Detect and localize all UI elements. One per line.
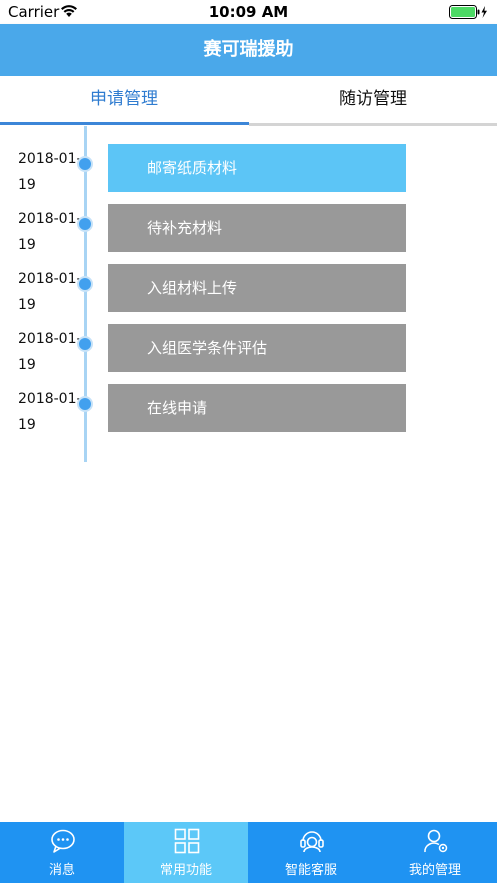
active-tab-indicator	[0, 122, 249, 125]
tabbar-item-smart-service[interactable]: 智能客服	[249, 822, 373, 883]
timeline-item-supplement-materials[interactable]: 待补充材料	[108, 204, 406, 252]
bottom-tab-bar: 消息 常用功能 智能客服 我的管理	[0, 822, 497, 883]
status-bar: Carrier 10:09 AM	[0, 0, 497, 24]
tabbar-label: 智能客服	[284, 863, 337, 878]
tab-followup-management[interactable]: 随访管理	[249, 76, 497, 126]
timeline-date-line2: 19	[18, 417, 36, 433]
segment-tabs: 申请管理 随访管理	[0, 76, 497, 126]
timeline-date: 2018-01- 19	[18, 386, 82, 438]
timeline-date-line2: 19	[18, 237, 36, 253]
timeline-date-line2: 19	[18, 297, 36, 313]
tabbar-label: 常用功能	[159, 863, 212, 878]
timeline-dot	[77, 216, 93, 232]
status-time: 10:09 AM	[208, 3, 289, 21]
timeline-item-online-application[interactable]: 在线申请	[108, 384, 406, 432]
timeline-date-line1: 2018-01-	[18, 151, 82, 167]
timeline-date: 2018-01- 19	[18, 266, 82, 318]
timeline-item-upload-enrollment-materials[interactable]: 入组材料上传	[108, 264, 406, 312]
inactive-tab-indicator	[249, 123, 497, 126]
timeline-date-line1: 2018-01-	[18, 211, 82, 227]
tabbar-label: 我的管理	[408, 863, 461, 878]
timeline-dot	[77, 396, 93, 412]
nav-bar: 赛可瑞援助	[0, 24, 497, 76]
tab-application-management[interactable]: 申请管理	[0, 76, 248, 126]
timeline-dot	[77, 276, 93, 292]
timeline-item-mail-paper-materials[interactable]: 邮寄纸质材料	[108, 144, 406, 192]
timeline-date-line2: 19	[18, 177, 36, 193]
timeline-date-line1: 2018-01-	[18, 271, 82, 287]
tabbar-item-my-management[interactable]: 我的管理	[373, 822, 497, 883]
timeline-date-line1: 2018-01-	[18, 331, 82, 347]
chat-bubble-icon	[51, 829, 75, 853]
timeline-dot	[77, 336, 93, 352]
tabbar-item-messages[interactable]: 消息	[0, 822, 124, 883]
tabbar-item-common-functions[interactable]: 常用功能	[124, 822, 248, 883]
timeline-date-line2: 19	[18, 357, 36, 373]
timeline-item-medical-assessment[interactable]: 入组医学条件评估	[108, 324, 406, 372]
timeline-date: 2018-01- 19	[18, 146, 82, 198]
battery-charging-icon	[449, 5, 487, 19]
headset-icon	[300, 831, 324, 853]
timeline-date: 2018-01- 19	[18, 206, 82, 258]
user-gear-icon	[424, 829, 448, 853]
grid-icon	[174, 828, 200, 854]
timeline-date-line1: 2018-01-	[18, 391, 82, 407]
timeline-date: 2018-01- 19	[18, 326, 82, 378]
page-title: 赛可瑞援助	[203, 39, 294, 60]
timeline-dot	[77, 156, 93, 172]
tabbar-label: 消息	[48, 863, 75, 878]
